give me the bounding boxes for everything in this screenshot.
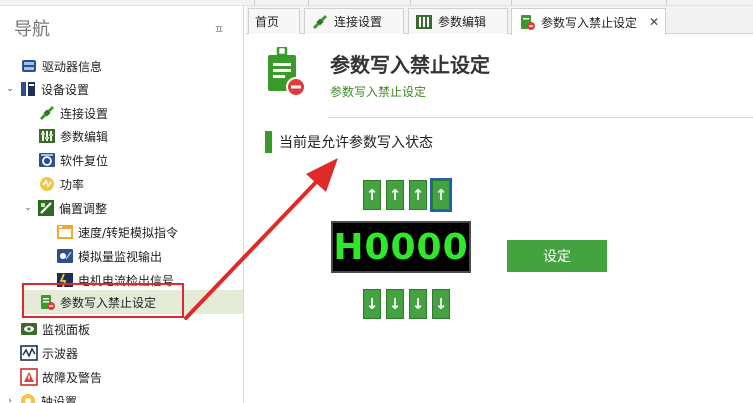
tab-connection-settings[interactable]: 连接设置 <box>304 8 404 34</box>
tab-label: 参数写入禁止设定 <box>541 15 638 30</box>
axis-settings-icon <box>19 392 37 403</box>
digit-up-button-1[interactable]: ↑ <box>363 180 381 210</box>
analog-monitor-icon <box>56 247 74 265</box>
main-content: 参数写入禁止设定 参数写入禁止设定 当前是允许参数写入状态 ↑ ↑ ↑ ↑ H0… <box>246 35 753 403</box>
tab-bar: 首页 连接设置 参数编辑 参数写入禁止设定 ✕ <box>246 6 753 35</box>
pin-icon[interactable]: ㅍ <box>214 21 224 37</box>
param-write-lock-icon <box>518 13 536 31</box>
tab-label: 参数编辑 <box>438 15 487 29</box>
sidebar-item-speed-torque-analog[interactable]: 速度/转矩模拟指令 <box>56 221 178 243</box>
sidebar-item-monitor-panel[interactable]: 监视面板 <box>20 318 90 340</box>
tab-home[interactable]: 首页 <box>248 8 300 34</box>
sidebar-item-label: 故障及警告 <box>42 370 103 385</box>
sidebar-item-analog-monitor[interactable]: 模拟量监视输出 <box>56 245 162 267</box>
sidebar-header: 导航 ㅍ <box>0 6 243 46</box>
sidebar-item-oscilloscope[interactable]: 示波器 <box>20 342 78 364</box>
sidebar-item-label: 示波器 <box>42 346 79 361</box>
status-accent-bar <box>265 131 272 153</box>
header-divider <box>328 117 753 118</box>
sidebar-item-axis-settings[interactable]: › 轴设置 <box>4 390 77 403</box>
sidebar-title: 导航 <box>14 19 50 40</box>
page-title: 参数写入禁止设定 <box>330 53 490 77</box>
chevron-right-icon[interactable]: › <box>4 396 16 403</box>
speed-torque-icon <box>56 223 74 241</box>
page-subtitle: 参数写入禁止设定 <box>330 85 427 99</box>
sidebar-item-label: 驱动器信息 <box>42 59 103 74</box>
sidebar-item-label: 速度/转矩模拟指令 <box>78 225 179 240</box>
param-edit-icon <box>38 127 56 145</box>
sidebar-item-label: 软件复位 <box>60 153 109 168</box>
tab-label: 连接设置 <box>334 15 383 29</box>
sidebar-item-fault-warning[interactable]: 故障及警告 <box>20 366 102 388</box>
annotation-highlight-box <box>22 283 184 318</box>
drive-icon <box>20 57 38 75</box>
software-reset-icon <box>38 151 56 169</box>
device-settings-icon <box>19 80 37 98</box>
oscilloscope-icon <box>20 344 38 362</box>
digit-down-button-4[interactable]: ↓ <box>432 289 450 319</box>
sidebar-item-connection-settings[interactable]: 连接设置 <box>38 102 108 124</box>
close-icon[interactable]: ✕ <box>649 15 659 29</box>
tab-param-write-lock[interactable]: 参数写入禁止设定 ✕ <box>511 8 666 35</box>
sidebar-item-drive-info[interactable]: 驱动器信息 <box>20 55 102 77</box>
digit-up-button-2[interactable]: ↑ <box>386 180 404 210</box>
sidebar-item-label: 连接设置 <box>60 106 109 121</box>
chevron-down-icon[interactable]: ⌄ <box>4 84 16 94</box>
status-text: 当前是允许参数写入状态 <box>279 135 433 151</box>
sidebar-item-software-reset[interactable]: 软件复位 <box>38 149 108 171</box>
tab-label: 首页 <box>255 15 280 29</box>
param-edit-icon <box>415 13 433 31</box>
connection-icon <box>311 13 329 31</box>
digit-up-button-3[interactable]: ↑ <box>409 180 427 210</box>
monitor-panel-icon <box>20 320 38 338</box>
write-status: 当前是允许参数写入状态 <box>265 131 433 153</box>
sidebar-item-power[interactable]: 功率 <box>38 173 84 195</box>
sidebar-item-param-edit[interactable]: 参数编辑 <box>38 125 108 147</box>
chevron-down-icon[interactable]: ⌄ <box>22 203 34 213</box>
sidebar-item-label: 偏置调整 <box>59 201 108 216</box>
sidebar-item-device-settings[interactable]: ⌄ 设备设置 <box>4 78 89 100</box>
digit-down-button-2[interactable]: ↓ <box>386 289 404 319</box>
digit-down-button-1[interactable]: ↓ <box>363 289 381 319</box>
sidebar-item-label: 轴设置 <box>41 394 78 403</box>
sidebar-item-label: 参数编辑 <box>60 129 109 144</box>
tab-param-edit[interactable]: 参数编辑 <box>408 8 508 34</box>
connection-icon <box>38 104 56 122</box>
fault-warning-icon <box>20 368 38 386</box>
sidebar-item-label: 监视面板 <box>42 322 91 337</box>
set-button[interactable]: 设定 <box>507 240 607 272</box>
navigation-sidebar: 导航 ㅍ 驱动器信息 ⌄ 设备设置 连接设置 参数编辑 软件复位 功率 ⌄ 偏置… <box>0 6 244 403</box>
sidebar-item-label: 模拟量监视输出 <box>78 249 163 264</box>
sidebar-item-label: 设备设置 <box>41 82 90 97</box>
sidebar-item-offset-adjust[interactable]: ⌄ 偏置调整 <box>22 197 107 219</box>
value-display: H0000 <box>331 221 471 273</box>
param-write-lock-large-icon <box>266 45 306 99</box>
power-icon <box>38 175 56 193</box>
digit-up-button-4[interactable]: ↑ <box>430 178 452 212</box>
offset-adjust-icon <box>37 199 55 217</box>
digit-down-button-3[interactable]: ↓ <box>409 289 427 319</box>
sidebar-item-label: 功率 <box>60 177 85 192</box>
